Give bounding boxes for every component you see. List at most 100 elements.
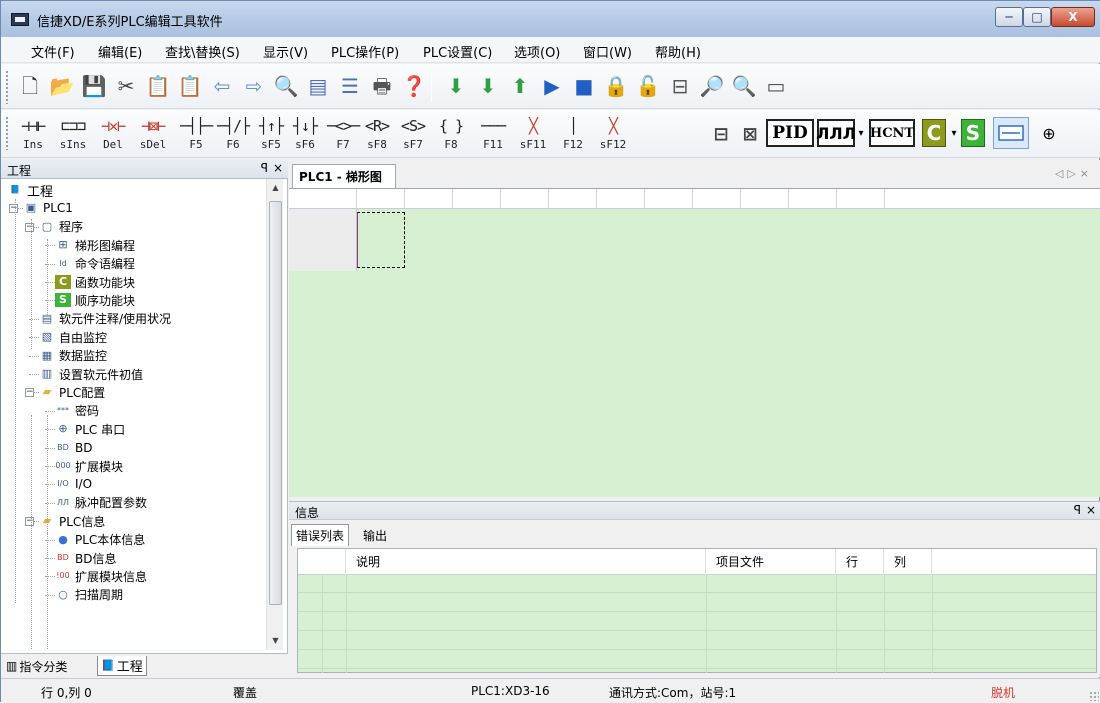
toolbar-grip[interactable] xyxy=(5,70,9,104)
tree-item[interactable]: ▦ 数据监控 xyxy=(39,347,107,365)
ladder-tool-ins-button[interactable]: ⊣⊣⊢ Ins xyxy=(13,114,53,154)
ladder-tool-f6-button[interactable]: ─┤/├ F6 xyxy=(213,114,253,154)
toolbar-grip[interactable] xyxy=(5,116,9,150)
table-row[interactable] xyxy=(298,575,1096,593)
tree-item[interactable]: BD BD信息 xyxy=(55,549,116,567)
help-icon[interactable]: ❓ xyxy=(401,73,427,99)
menu-edit[interactable]: 编辑(E) xyxy=(98,42,142,61)
lock-icon[interactable]: 🔒 xyxy=(603,73,629,99)
paste-icon[interactable]: 📋 xyxy=(177,73,203,99)
tree-item[interactable]: !00 扩展模块信息 xyxy=(55,567,147,585)
ladder-tool-sdel-button[interactable]: ⊣⊠⊢ sDel xyxy=(133,114,173,154)
scroll-down-icon[interactable]: ▼ xyxy=(267,632,284,649)
ladder-tool-sf12-button[interactable]: ╳ sF12 xyxy=(593,114,633,154)
tree-item[interactable]: *** 密码 xyxy=(55,402,99,420)
menu-options[interactable]: 选项(O) xyxy=(514,42,560,61)
table-row[interactable] xyxy=(298,651,1096,669)
close-icon[interactable]: × xyxy=(1086,503,1096,517)
tree-item[interactable]: BD BD xyxy=(55,439,92,457)
coil-delete-icon[interactable]: ⊠ xyxy=(737,122,763,146)
tree-item[interactable]: I/O I/O xyxy=(55,475,92,493)
window-icon[interactable]: ⊟ xyxy=(667,73,693,99)
column-header-column[interactable]: 列 xyxy=(884,549,932,575)
tree-item[interactable]: ○ 扫描周期 xyxy=(55,586,123,604)
collapse-icon[interactable]: − xyxy=(25,517,34,527)
tree-item[interactable]: ЛЛ 脉冲配置参数 xyxy=(55,494,147,512)
tree-item[interactable]: ld 命令语编程 xyxy=(55,255,135,273)
tab-instruction-categories[interactable]: ▥ 指令分类 xyxy=(3,656,70,676)
column-header-description[interactable]: 说明 xyxy=(346,549,706,575)
tree-item[interactable]: 📘 工程 xyxy=(7,181,53,200)
zoom-in-icon[interactable]: ⊕ xyxy=(1038,119,1060,147)
ladder-canvas[interactable] xyxy=(289,188,1100,497)
run-icon[interactable]: ▶ xyxy=(539,73,565,99)
title-bar[interactable]: 信捷XD/E系列PLC编辑工具软件 ─ □ X xyxy=(1,1,1100,37)
collapse-icon[interactable]: − xyxy=(25,222,34,232)
ladder-tool-sf6-button[interactable]: ┤↓├ sF6 xyxy=(285,114,325,154)
project-tree-scrollbar[interactable]: ▲ ▼ xyxy=(266,179,283,650)
properties-icon[interactable]: ▤ xyxy=(305,73,331,99)
column-header-project-file[interactable]: 项目文件 xyxy=(706,549,836,575)
pulse-button[interactable]: ЛЛЛ xyxy=(816,119,856,147)
ladder-tool-sf8-button[interactable]: <R> sF8 xyxy=(357,114,397,154)
copy-icon[interactable]: 📋 xyxy=(145,73,171,99)
preview-icon[interactable]: 🔍 xyxy=(731,73,757,99)
close-icon[interactable]: × xyxy=(273,161,283,175)
c-function-block-button[interactable]: C xyxy=(922,119,946,147)
c-block-dropdown[interactable]: ▾ xyxy=(949,119,959,147)
tree-item[interactable]: C 函数功能块 xyxy=(55,273,135,291)
menu-window[interactable]: 窗口(W) xyxy=(583,42,632,61)
print-icon[interactable]: 🖶 xyxy=(369,73,395,99)
tab-error-list[interactable]: 错误列表 xyxy=(291,524,350,546)
resize-grip[interactable] xyxy=(1089,691,1099,701)
menu-plc-operation[interactable]: PLC操作(P) xyxy=(331,42,399,61)
maximize-button[interactable]: □ xyxy=(1023,7,1051,27)
compare-icon[interactable]: ⬆ xyxy=(507,73,533,99)
upload-icon[interactable]: ⬇ xyxy=(475,73,501,99)
ladder-tool-sf7-button[interactable]: <S> sF7 xyxy=(393,114,433,154)
tree-item[interactable]: ▥ 设置软元件初值 xyxy=(39,365,143,383)
pin-icon[interactable]: ꟼ xyxy=(1074,503,1081,517)
connect-icon[interactable]: ▭ xyxy=(763,73,789,99)
collapse-icon[interactable]: − xyxy=(9,204,18,214)
ladder-cursor[interactable] xyxy=(357,212,405,268)
pulse-dropdown[interactable]: ▾ xyxy=(856,119,866,147)
tree-item[interactable]: ⊞ 梯形图编程 xyxy=(55,236,135,254)
ladder-tool-sins-button[interactable]: ⊏⊐⊐ sIns xyxy=(53,114,93,154)
table-row[interactable] xyxy=(298,632,1096,650)
tree-item[interactable]: ▣ PLC1 xyxy=(23,199,73,217)
ladder-tool-del-button[interactable]: ⊣✕⊢ Del xyxy=(93,114,133,154)
menu-plc-settings[interactable]: PLC设置(C) xyxy=(423,42,492,61)
ladder-tool-sf11-button[interactable]: ╳ sF11 xyxy=(513,114,553,154)
table-row[interactable] xyxy=(298,613,1096,631)
tree-item[interactable]: 000 扩展模块 xyxy=(55,457,123,475)
tree-item[interactable]: ▧ 自由监控 xyxy=(39,328,107,346)
tree-item[interactable]: ● PLC本体信息 xyxy=(55,531,145,549)
monitor-icon[interactable]: 🔎 xyxy=(699,73,725,99)
menu-help[interactable]: 帮助(H) xyxy=(655,42,701,61)
tab-output[interactable]: 输出 xyxy=(359,524,391,546)
tab-project[interactable]: 📘 工程 xyxy=(97,656,147,676)
scroll-up-icon[interactable]: ▲ xyxy=(267,179,284,196)
forward-arrow-icon[interactable]: ⇨ xyxy=(241,73,267,99)
list-icon[interactable]: ☰ xyxy=(337,73,363,99)
back-arrow-icon[interactable]: ⇦ xyxy=(209,73,235,99)
horizontal-line-tool-button[interactable] xyxy=(993,117,1029,149)
menu-view[interactable]: 显示(V) xyxy=(263,42,308,61)
menu-find-replace[interactable]: 查找\替换(S) xyxy=(165,42,240,61)
scroll-thumb[interactable] xyxy=(269,201,282,605)
tab-ladder-diagram[interactable]: PLC1 - 梯形图 xyxy=(292,164,396,188)
pin-icon[interactable]: ꟼ xyxy=(261,161,268,175)
tree-item[interactable]: ▤ 软元件注释/使用状况 xyxy=(39,310,171,328)
menu-file[interactable]: 文件(F) xyxy=(31,42,75,61)
open-folder-icon[interactable]: 📂 xyxy=(49,73,75,99)
ladder-tool-f11-button[interactable]: ─── F11 xyxy=(473,114,513,154)
contact-delete-icon[interactable]: ⊟ xyxy=(710,122,732,146)
save-icon[interactable]: 💾 xyxy=(81,73,107,99)
tree-item[interactable]: ▰ PLC信息 xyxy=(39,512,106,530)
new-file-icon[interactable]: 🗋 xyxy=(17,73,43,99)
cut-icon[interactable]: ✂ xyxy=(113,73,139,99)
ladder-tool-f12-button[interactable]: │ F12 xyxy=(553,114,593,154)
download-icon[interactable]: ⬇ xyxy=(443,73,469,99)
collapse-icon[interactable]: − xyxy=(25,388,34,398)
